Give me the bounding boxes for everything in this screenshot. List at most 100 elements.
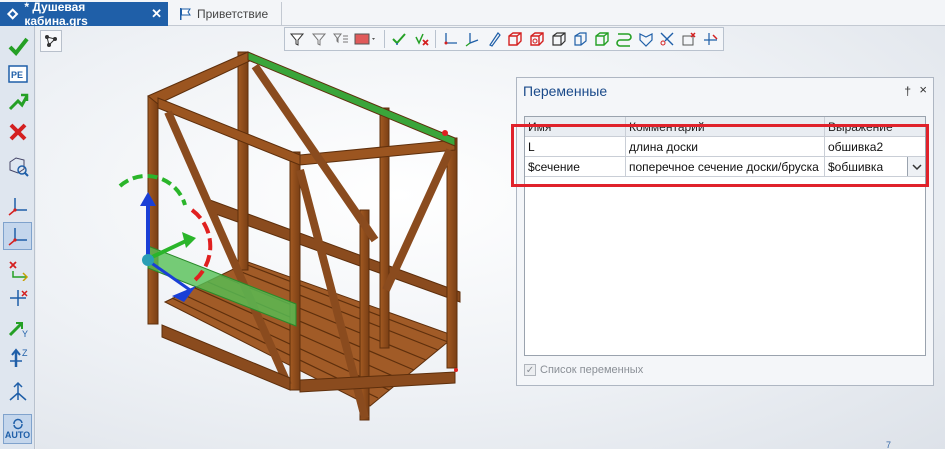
variable-expression-value: $обшивка [828, 160, 884, 174]
auto-button[interactable]: AUTO [3, 414, 32, 444]
variable-comment-cell[interactable]: поперечное сечение доски/бруска [626, 157, 825, 176]
snake-button[interactable] [614, 30, 633, 49]
tab-welcome-label: Приветствие [197, 7, 269, 21]
deselect-button[interactable] [411, 30, 430, 49]
tab-shower-cabin-label: * Душевая кабина.grs [24, 0, 88, 28]
axis-tripod-selected-icon [8, 228, 27, 246]
tab-welcome[interactable]: Приветствие [172, 2, 282, 26]
axis-z-text: Z [22, 348, 28, 358]
table-row[interactable]: L длина доски обшивка2 [525, 137, 925, 157]
cut-icon [660, 32, 674, 46]
variables-list-label: Список переменных [540, 364, 644, 376]
axis-y-text: Y [22, 329, 28, 339]
box-red-icon [508, 32, 523, 46]
end-marker-2 [454, 368, 458, 372]
pin-icon[interactable]: † [904, 84, 911, 98]
axis-rotate-icon [9, 381, 26, 401]
ok-button[interactable] [3, 32, 32, 60]
table-row[interactable]: $сечение поперечное сечение доски/бруска… [525, 157, 925, 177]
box-green-icon [595, 32, 609, 46]
model-diamond-icon [6, 8, 19, 20]
variable-expression-cell[interactable]: $обшивка [825, 157, 925, 176]
filter-list-icon [332, 33, 348, 44]
chevron-down-icon[interactable] [907, 157, 925, 176]
variables-panel-title: Переменные [523, 83, 608, 99]
close-icon[interactable]: × [919, 82, 927, 97]
filter-icon [290, 33, 305, 46]
table-header-row: Имя Комментарий Выражение [525, 117, 925, 137]
box-outline-button[interactable] [549, 30, 568, 49]
variable-name-cell[interactable]: $сечение [525, 157, 626, 176]
box-hole-button[interactable] [528, 30, 547, 49]
parameters-pe-icon: PE [7, 65, 28, 83]
box-green-button[interactable] [593, 30, 612, 49]
flag-icon [180, 8, 191, 20]
filter-button[interactable] [288, 30, 307, 49]
axis-tripod-icon [8, 198, 27, 216]
color-button[interactable] [353, 30, 379, 49]
box-slant-button[interactable] [571, 30, 590, 49]
parameters-button[interactable]: PE [3, 60, 32, 88]
axis-move-button[interactable] [3, 284, 32, 312]
axis-y-icon: Y [8, 321, 28, 339]
stamp-icon [682, 32, 696, 46]
axis-x-icon [8, 261, 28, 281]
variables-table: Имя Комментарий Выражение L длина доски … [524, 116, 926, 356]
apply-button[interactable] [3, 88, 32, 116]
shield-button[interactable] [636, 30, 655, 49]
top-beams [147, 51, 456, 166]
axis-rotate-button[interactable] [3, 378, 32, 406]
auto-label: AUTO [4, 430, 31, 440]
view-orientation-button[interactable] [40, 30, 62, 52]
variables-panel: Переменные † × Имя Комментарий Выражение… [516, 77, 934, 386]
view-button[interactable] [3, 152, 32, 180]
cancel-x-icon [9, 123, 26, 141]
variable-name-cell[interactable]: L [525, 137, 626, 156]
top-toolbar [284, 27, 724, 51]
close-tab-icon[interactable]: ✕ [151, 6, 162, 22]
axis-tripod-selected-button[interactable] [3, 222, 32, 250]
column-header-name[interactable]: Имя [525, 117, 626, 136]
column-header-comment[interactable]: Комментарий [626, 117, 825, 136]
box-hole-icon [530, 32, 544, 46]
snake-path-icon [616, 33, 632, 47]
variables-panel-header: Переменные † × [517, 78, 933, 104]
column-header-expression[interactable]: Выражение [825, 117, 925, 136]
select-check-button[interactable] [390, 30, 409, 49]
variable-expression-cell[interactable]: обшивка2 [825, 137, 925, 156]
left-toolbar: PE Y Z AUTO [0, 26, 35, 449]
axis-tripod-button[interactable] [3, 192, 32, 220]
coordinate-button[interactable] [701, 30, 720, 49]
variables-list-checkbox-row[interactable]: ✓ Список переменных [524, 364, 643, 376]
stamp-button[interactable] [680, 30, 699, 49]
corner-number: 7 [886, 440, 892, 449]
axis-z-button[interactable]: Z [3, 344, 32, 372]
select-check-icon [392, 33, 406, 45]
filter-list-button[interactable] [331, 30, 350, 49]
shield-shape-icon [638, 33, 653, 47]
axis-y-button[interactable]: Y [3, 314, 32, 342]
cut-button[interactable] [658, 30, 677, 49]
axis-x-button[interactable] [3, 256, 32, 284]
coordinate-axis-icon [703, 33, 718, 45]
end-marker [442, 130, 448, 136]
ok-checkmark-icon [8, 37, 29, 57]
axis-z-icon: Z [9, 348, 28, 367]
box-button[interactable] [506, 30, 525, 49]
tab-shower-cabin[interactable]: * Душевая кабина.grs ✕ [0, 0, 168, 28]
box-outline-icon [552, 32, 566, 46]
pen-icon [488, 32, 501, 47]
parameters-pe-text: PE [11, 70, 23, 80]
axis-xy-icon [444, 33, 458, 45]
pen-button[interactable] [484, 30, 503, 49]
axis-xy-button[interactable] [441, 30, 460, 49]
variable-comment-cell[interactable]: длина доски [626, 137, 825, 156]
axis-yz-button[interactable] [463, 30, 482, 49]
variables-list-checkbox[interactable]: ✓ [524, 364, 536, 376]
color-swatch-icon [354, 33, 375, 45]
deselect-x-icon [414, 33, 429, 46]
cancel-button[interactable] [3, 118, 32, 146]
apply-arrow-icon [8, 93, 28, 111]
filter-outline-button[interactable] [310, 30, 329, 49]
auto-refresh-icon [12, 418, 23, 430]
